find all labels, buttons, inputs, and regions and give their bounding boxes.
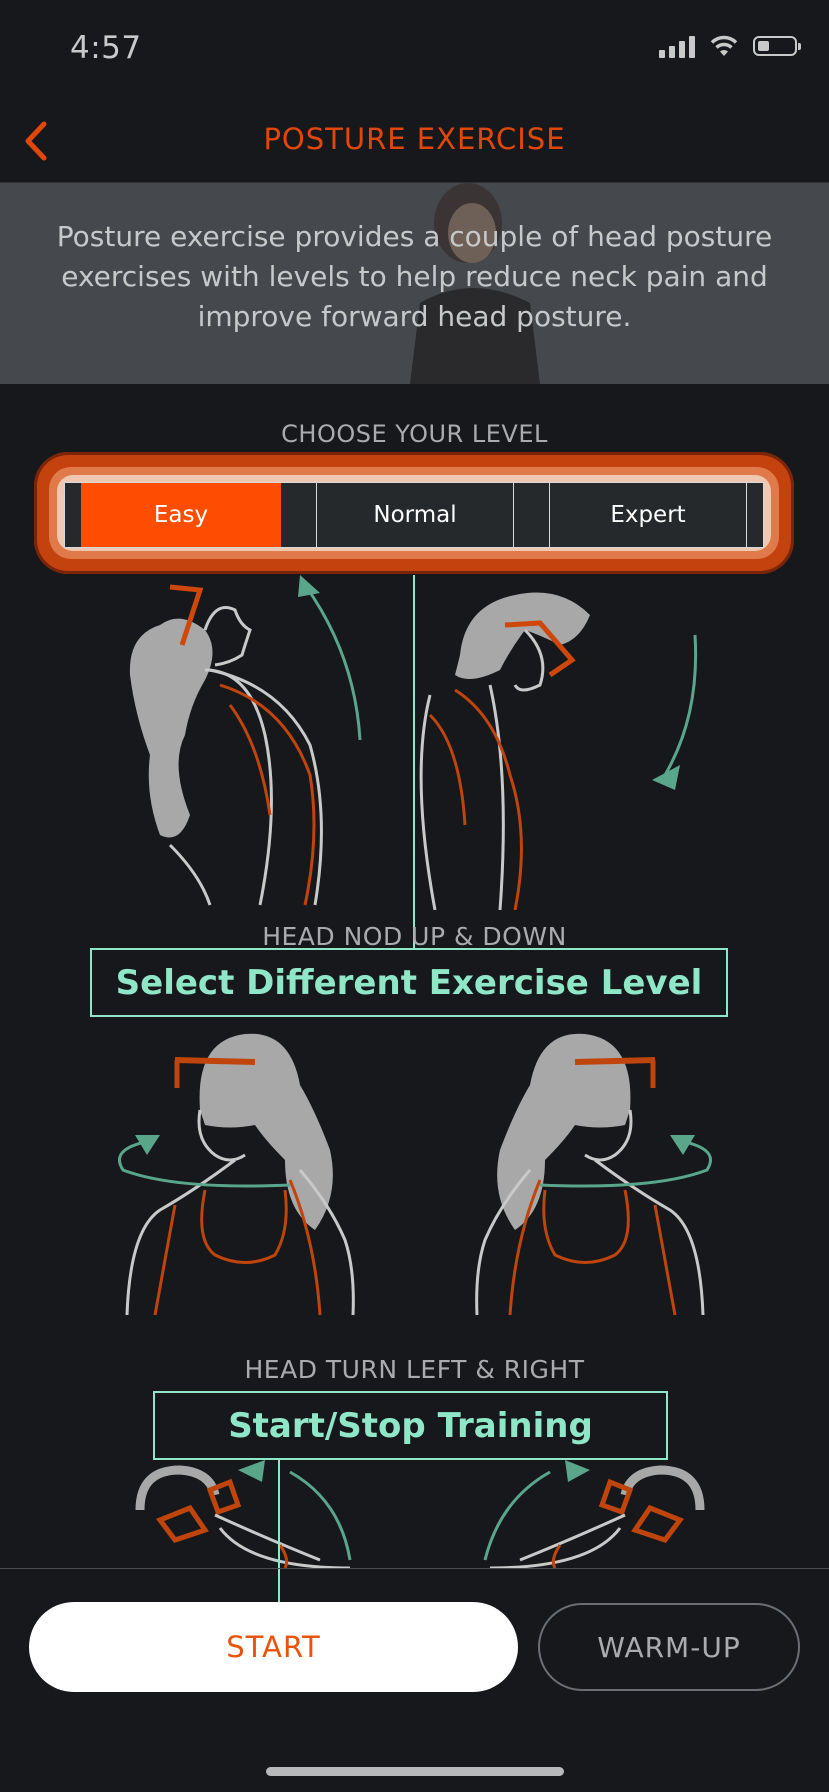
intro-banner: Posture exercise provides a couple of he… [0, 183, 829, 384]
wifi-icon [710, 35, 738, 56]
level-easy-tab[interactable]: Easy [81, 483, 281, 547]
head-turn-right-figure [475, 1033, 705, 1316]
start-button[interactable]: START [29, 1602, 518, 1692]
choose-level-heading: CHOOSE YOUR LEVEL [281, 420, 548, 448]
exercise-label-turn: HEAD TURN LEFT & RIGHT [244, 1355, 585, 1384]
warm-up-button[interactable]: WARM-UP [538, 1603, 800, 1691]
banner-description: Posture exercise provides a couple of he… [56, 220, 773, 333]
status-icons [659, 34, 801, 58]
head-turn-left-figure [125, 1033, 355, 1316]
page-title: POSTURE EXERCISE [263, 122, 566, 156]
battery-icon [753, 36, 801, 56]
bottom-divider [0, 1568, 829, 1569]
arrow-up-icon [298, 575, 362, 741]
head-nod-down-figure [419, 592, 590, 910]
cellular-signal-icon [659, 34, 695, 58]
head-nod-up-figure [129, 584, 323, 906]
home-indicator [266, 1767, 564, 1776]
level-segmented-control: Easy Normal Expert [64, 482, 764, 548]
head-tilt-illustration [135, 1460, 705, 1568]
start-callout-line [278, 1460, 280, 1604]
level-callout-line [413, 575, 415, 950]
level-expert-tab[interactable]: Expert [550, 483, 747, 547]
head-turn-illustration [118, 1033, 712, 1316]
exercise-label-nod: HEAD NOD UP & DOWN [262, 922, 567, 951]
start-callout-box: Start/Stop Training [153, 1391, 668, 1460]
arrow-down-icon [652, 634, 698, 790]
level-callout-box: Select Different Exercise Level [90, 948, 728, 1017]
head-nod-illustration [129, 575, 698, 910]
status-time: 4:57 [70, 30, 142, 66]
level-normal-tab[interactable]: Normal [317, 483, 514, 547]
